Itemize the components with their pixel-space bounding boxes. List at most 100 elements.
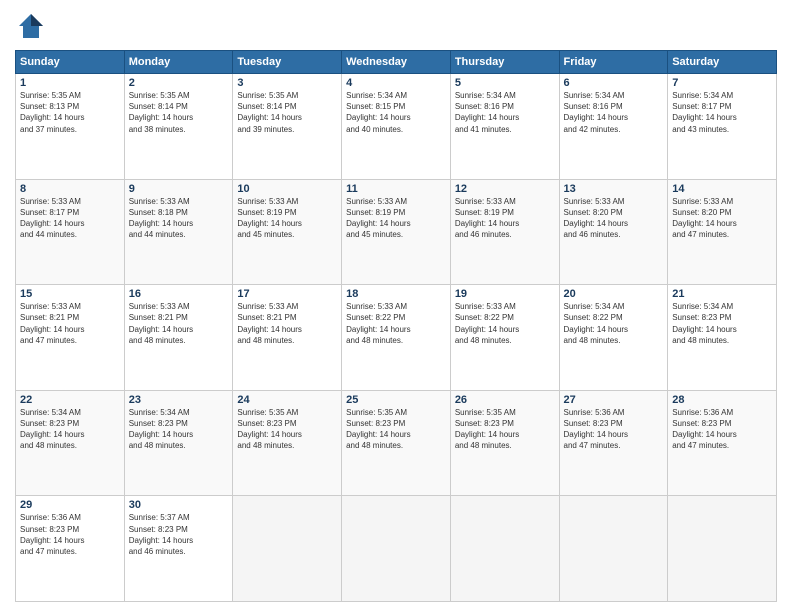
weekday-header: Wednesday <box>342 51 451 74</box>
calendar-cell: 9Sunrise: 5:33 AM Sunset: 8:18 PM Daylig… <box>124 179 233 285</box>
calendar-cell: 4Sunrise: 5:34 AM Sunset: 8:15 PM Daylig… <box>342 74 451 180</box>
calendar-cell <box>342 496 451 602</box>
day-info: Sunrise: 5:34 AM Sunset: 8:16 PM Dayligh… <box>455 90 555 135</box>
calendar-cell: 21Sunrise: 5:34 AM Sunset: 8:23 PM Dayli… <box>668 285 777 391</box>
day-info: Sunrise: 5:34 AM Sunset: 8:23 PM Dayligh… <box>672 301 772 346</box>
header <box>15 10 777 42</box>
calendar-cell <box>450 496 559 602</box>
day-number: 14 <box>672 183 772 195</box>
calendar-cell: 20Sunrise: 5:34 AM Sunset: 8:22 PM Dayli… <box>559 285 668 391</box>
day-number: 19 <box>455 288 555 300</box>
calendar-cell: 22Sunrise: 5:34 AM Sunset: 8:23 PM Dayli… <box>16 390 125 496</box>
weekday-header: Thursday <box>450 51 559 74</box>
day-info: Sunrise: 5:35 AM Sunset: 8:23 PM Dayligh… <box>346 407 446 452</box>
day-number: 9 <box>129 183 229 195</box>
day-info: Sunrise: 5:33 AM Sunset: 8:21 PM Dayligh… <box>237 301 337 346</box>
calendar-cell: 23Sunrise: 5:34 AM Sunset: 8:23 PM Dayli… <box>124 390 233 496</box>
calendar-week: 22Sunrise: 5:34 AM Sunset: 8:23 PM Dayli… <box>16 390 777 496</box>
calendar-cell: 24Sunrise: 5:35 AM Sunset: 8:23 PM Dayli… <box>233 390 342 496</box>
day-number: 11 <box>346 183 446 195</box>
calendar-cell: 19Sunrise: 5:33 AM Sunset: 8:22 PM Dayli… <box>450 285 559 391</box>
day-number: 18 <box>346 288 446 300</box>
calendar-week: 15Sunrise: 5:33 AM Sunset: 8:21 PM Dayli… <box>16 285 777 391</box>
day-number: 6 <box>564 77 664 89</box>
calendar-cell: 17Sunrise: 5:33 AM Sunset: 8:21 PM Dayli… <box>233 285 342 391</box>
day-number: 2 <box>129 77 229 89</box>
day-number: 21 <box>672 288 772 300</box>
calendar-cell: 30Sunrise: 5:37 AM Sunset: 8:23 PM Dayli… <box>124 496 233 602</box>
day-info: Sunrise: 5:35 AM Sunset: 8:23 PM Dayligh… <box>455 407 555 452</box>
calendar-week: 29Sunrise: 5:36 AM Sunset: 8:23 PM Dayli… <box>16 496 777 602</box>
calendar-cell: 29Sunrise: 5:36 AM Sunset: 8:23 PM Dayli… <box>16 496 125 602</box>
day-info: Sunrise: 5:33 AM Sunset: 8:21 PM Dayligh… <box>129 301 229 346</box>
calendar-cell: 12Sunrise: 5:33 AM Sunset: 8:19 PM Dayli… <box>450 179 559 285</box>
day-info: Sunrise: 5:33 AM Sunset: 8:20 PM Dayligh… <box>672 196 772 241</box>
day-number: 15 <box>20 288 120 300</box>
day-number: 4 <box>346 77 446 89</box>
calendar-cell: 13Sunrise: 5:33 AM Sunset: 8:20 PM Dayli… <box>559 179 668 285</box>
day-number: 28 <box>672 394 772 406</box>
logo <box>15 10 51 42</box>
weekday-header: Sunday <box>16 51 125 74</box>
weekday-header: Friday <box>559 51 668 74</box>
day-info: Sunrise: 5:34 AM Sunset: 8:23 PM Dayligh… <box>20 407 120 452</box>
calendar-cell: 27Sunrise: 5:36 AM Sunset: 8:23 PM Dayli… <box>559 390 668 496</box>
day-number: 1 <box>20 77 120 89</box>
calendar-week: 8Sunrise: 5:33 AM Sunset: 8:17 PM Daylig… <box>16 179 777 285</box>
day-number: 24 <box>237 394 337 406</box>
calendar-cell: 11Sunrise: 5:33 AM Sunset: 8:19 PM Dayli… <box>342 179 451 285</box>
day-info: Sunrise: 5:34 AM Sunset: 8:23 PM Dayligh… <box>129 407 229 452</box>
calendar-cell: 2Sunrise: 5:35 AM Sunset: 8:14 PM Daylig… <box>124 74 233 180</box>
day-number: 22 <box>20 394 120 406</box>
calendar-cell: 16Sunrise: 5:33 AM Sunset: 8:21 PM Dayli… <box>124 285 233 391</box>
day-number: 27 <box>564 394 664 406</box>
day-info: Sunrise: 5:33 AM Sunset: 8:17 PM Dayligh… <box>20 196 120 241</box>
logo-icon <box>15 10 47 42</box>
weekday-header: Tuesday <box>233 51 342 74</box>
calendar-cell: 8Sunrise: 5:33 AM Sunset: 8:17 PM Daylig… <box>16 179 125 285</box>
weekday-header: Monday <box>124 51 233 74</box>
day-number: 29 <box>20 499 120 511</box>
calendar: SundayMondayTuesdayWednesdayThursdayFrid… <box>15 50 777 602</box>
calendar-week: 1Sunrise: 5:35 AM Sunset: 8:13 PM Daylig… <box>16 74 777 180</box>
calendar-cell: 7Sunrise: 5:34 AM Sunset: 8:17 PM Daylig… <box>668 74 777 180</box>
day-info: Sunrise: 5:33 AM Sunset: 8:21 PM Dayligh… <box>20 301 120 346</box>
day-info: Sunrise: 5:34 AM Sunset: 8:17 PM Dayligh… <box>672 90 772 135</box>
day-info: Sunrise: 5:33 AM Sunset: 8:22 PM Dayligh… <box>346 301 446 346</box>
day-info: Sunrise: 5:35 AM Sunset: 8:14 PM Dayligh… <box>129 90 229 135</box>
day-info: Sunrise: 5:33 AM Sunset: 8:22 PM Dayligh… <box>455 301 555 346</box>
calendar-cell: 10Sunrise: 5:33 AM Sunset: 8:19 PM Dayli… <box>233 179 342 285</box>
day-info: Sunrise: 5:34 AM Sunset: 8:16 PM Dayligh… <box>564 90 664 135</box>
calendar-cell: 1Sunrise: 5:35 AM Sunset: 8:13 PM Daylig… <box>16 74 125 180</box>
day-info: Sunrise: 5:33 AM Sunset: 8:20 PM Dayligh… <box>564 196 664 241</box>
day-number: 8 <box>20 183 120 195</box>
calendar-cell: 15Sunrise: 5:33 AM Sunset: 8:21 PM Dayli… <box>16 285 125 391</box>
day-number: 25 <box>346 394 446 406</box>
calendar-cell: 3Sunrise: 5:35 AM Sunset: 8:14 PM Daylig… <box>233 74 342 180</box>
day-info: Sunrise: 5:36 AM Sunset: 8:23 PM Dayligh… <box>564 407 664 452</box>
day-info: Sunrise: 5:33 AM Sunset: 8:19 PM Dayligh… <box>455 196 555 241</box>
calendar-cell: 5Sunrise: 5:34 AM Sunset: 8:16 PM Daylig… <box>450 74 559 180</box>
day-info: Sunrise: 5:33 AM Sunset: 8:19 PM Dayligh… <box>346 196 446 241</box>
calendar-cell: 28Sunrise: 5:36 AM Sunset: 8:23 PM Dayli… <box>668 390 777 496</box>
calendar-cell <box>559 496 668 602</box>
day-info: Sunrise: 5:33 AM Sunset: 8:18 PM Dayligh… <box>129 196 229 241</box>
day-info: Sunrise: 5:37 AM Sunset: 8:23 PM Dayligh… <box>129 512 229 557</box>
day-info: Sunrise: 5:33 AM Sunset: 8:19 PM Dayligh… <box>237 196 337 241</box>
day-number: 7 <box>672 77 772 89</box>
calendar-cell: 26Sunrise: 5:35 AM Sunset: 8:23 PM Dayli… <box>450 390 559 496</box>
day-info: Sunrise: 5:35 AM Sunset: 8:13 PM Dayligh… <box>20 90 120 135</box>
day-number: 26 <box>455 394 555 406</box>
day-info: Sunrise: 5:35 AM Sunset: 8:23 PM Dayligh… <box>237 407 337 452</box>
page: SundayMondayTuesdayWednesdayThursdayFrid… <box>0 0 792 612</box>
day-number: 5 <box>455 77 555 89</box>
calendar-cell <box>668 496 777 602</box>
day-number: 10 <box>237 183 337 195</box>
day-info: Sunrise: 5:34 AM Sunset: 8:15 PM Dayligh… <box>346 90 446 135</box>
calendar-cell: 25Sunrise: 5:35 AM Sunset: 8:23 PM Dayli… <box>342 390 451 496</box>
day-number: 13 <box>564 183 664 195</box>
day-number: 20 <box>564 288 664 300</box>
calendar-cell: 14Sunrise: 5:33 AM Sunset: 8:20 PM Dayli… <box>668 179 777 285</box>
day-number: 12 <box>455 183 555 195</box>
weekday-header: Saturday <box>668 51 777 74</box>
